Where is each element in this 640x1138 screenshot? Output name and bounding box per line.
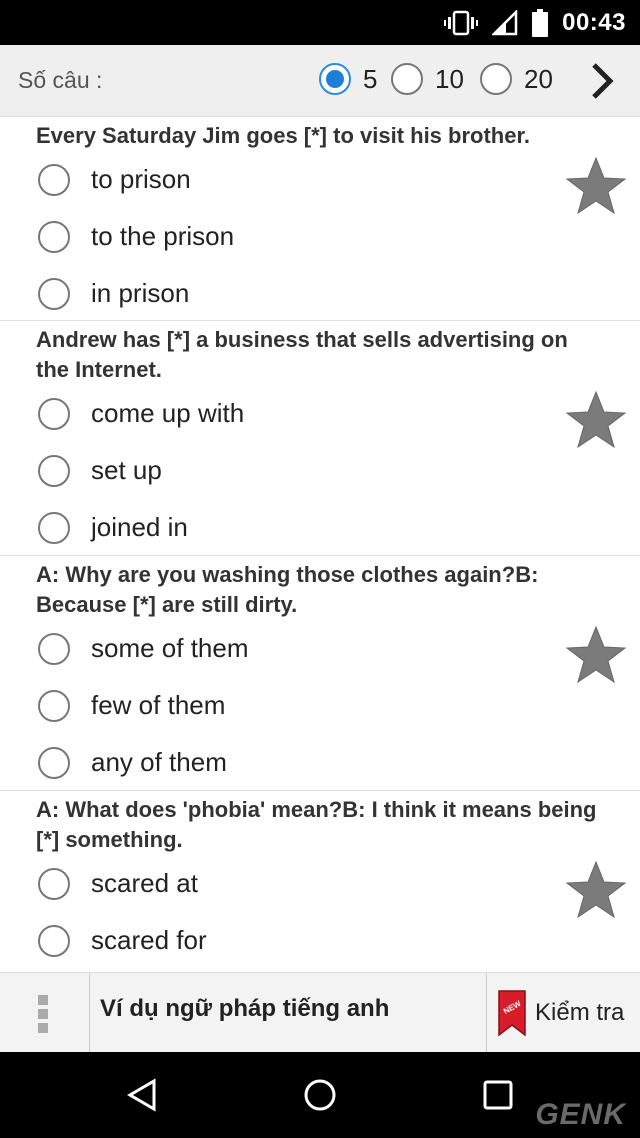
battery-icon — [532, 8, 549, 37]
signal-icon — [492, 9, 518, 35]
answer-label: scared for — [91, 925, 207, 955]
answer-label: joined in — [91, 512, 188, 542]
answer-label: any of them — [91, 747, 227, 777]
menu-dot — [38, 1009, 48, 1019]
radio-button[interactable] — [38, 511, 70, 544]
radio-button[interactable] — [391, 63, 423, 95]
answer-option[interactable]: any of them — [0, 734, 640, 791]
star-icon[interactable] — [564, 389, 628, 451]
question-list: Every Saturday Jim goes [*] to visit his… — [0, 117, 640, 972]
question-count-toolbar: Số câu : 5 10 20 — [0, 45, 640, 117]
answer-option[interactable]: few of them — [0, 677, 640, 734]
answer-option[interactable]: joined in — [0, 499, 640, 556]
back-icon[interactable] — [124, 1077, 160, 1113]
count-option-label: 20 — [524, 63, 553, 94]
count-option-label: 5 — [363, 63, 378, 94]
vibrate-icon — [444, 10, 479, 35]
radio-button[interactable] — [38, 277, 70, 310]
menu-dot — [38, 1023, 48, 1033]
answer-label: in prison — [91, 278, 190, 308]
chevron-right-icon[interactable] — [584, 61, 620, 101]
question-text: A: Why are you washing those clothes aga… — [36, 562, 539, 617]
answer-option[interactable]: set up — [0, 442, 640, 499]
question-item: A: What does 'phobia' mean?B: I think it… — [0, 791, 640, 972]
star-icon[interactable] — [564, 624, 628, 686]
radio-button-selected[interactable] — [319, 63, 351, 95]
answer-label: set up — [91, 455, 162, 485]
genk-watermark: GENK — [535, 1098, 626, 1131]
star-icon[interactable] — [564, 155, 628, 217]
question-item: A: Why are you washing those clothes aga… — [0, 556, 640, 791]
answer-label: to the prison — [91, 221, 235, 251]
radio-button[interactable] — [480, 63, 512, 95]
radio-button[interactable] — [38, 632, 70, 665]
menu-dot — [38, 995, 48, 1005]
answer-option[interactable]: scared at — [0, 855, 640, 912]
radio-button[interactable] — [38, 220, 70, 253]
question-item: Andrew has [*] a business that sells adv… — [0, 321, 640, 556]
radio-button[interactable] — [38, 746, 70, 779]
home-icon[interactable] — [302, 1077, 338, 1113]
answer-label: few of them — [91, 690, 226, 720]
radio-button[interactable] — [38, 689, 70, 722]
answer-label: to prison — [91, 164, 191, 194]
count-option-5[interactable]: 5 — [319, 63, 377, 95]
radio-button[interactable] — [38, 924, 70, 957]
answer-option[interactable]: scared for — [0, 912, 640, 969]
question-text: Every Saturday Jim goes [*] to visit his… — [36, 123, 530, 148]
answer-option[interactable]: to prison — [0, 151, 640, 208]
radio-button[interactable] — [38, 163, 70, 196]
radio-button[interactable] — [38, 867, 70, 900]
grammar-examples-title[interactable]: Ví dụ ngữ pháp tiếng anh — [100, 995, 389, 1023]
radio-button[interactable] — [38, 397, 70, 430]
recent-apps-icon[interactable] — [482, 1079, 514, 1111]
question-text: Andrew has [*] a business that sells adv… — [36, 327, 568, 382]
bookmark-new-icon: NEW — [498, 990, 526, 1037]
answer-option[interactable]: to the prison — [0, 208, 640, 265]
count-option-label: 10 — [435, 63, 464, 94]
check-button-label: Kiểm tra — [535, 999, 625, 1026]
system-navigation-bar: GENK — [0, 1052, 640, 1138]
bottom-action-bar: Ví dụ ngữ pháp tiếng anh NEW Kiểm tra — [0, 972, 640, 1053]
radio-button[interactable] — [38, 454, 70, 487]
answer-label: some of them — [91, 633, 249, 663]
overflow-menu-button[interactable] — [0, 973, 90, 1053]
check-button[interactable]: NEW Kiểm tra — [486, 973, 640, 1053]
status-time: 00:43 — [562, 8, 626, 36]
question-text: A: What does 'phobia' mean?B: I think it… — [36, 797, 597, 852]
count-label: Số câu : — [18, 67, 103, 93]
count-option-20[interactable]: 20 — [480, 63, 553, 95]
count-option-10[interactable]: 10 — [391, 63, 464, 95]
answer-option[interactable]: come up with — [0, 385, 640, 442]
answer-option[interactable]: in prison — [0, 265, 640, 322]
question-item: Every Saturday Jim goes [*] to visit his… — [0, 117, 640, 321]
answer-label: scared at — [91, 868, 198, 898]
status-bar: 00:43 — [0, 0, 640, 45]
answer-label: come up with — [91, 398, 245, 428]
answer-option[interactable]: some of them — [0, 620, 640, 677]
star-icon[interactable] — [564, 859, 628, 921]
